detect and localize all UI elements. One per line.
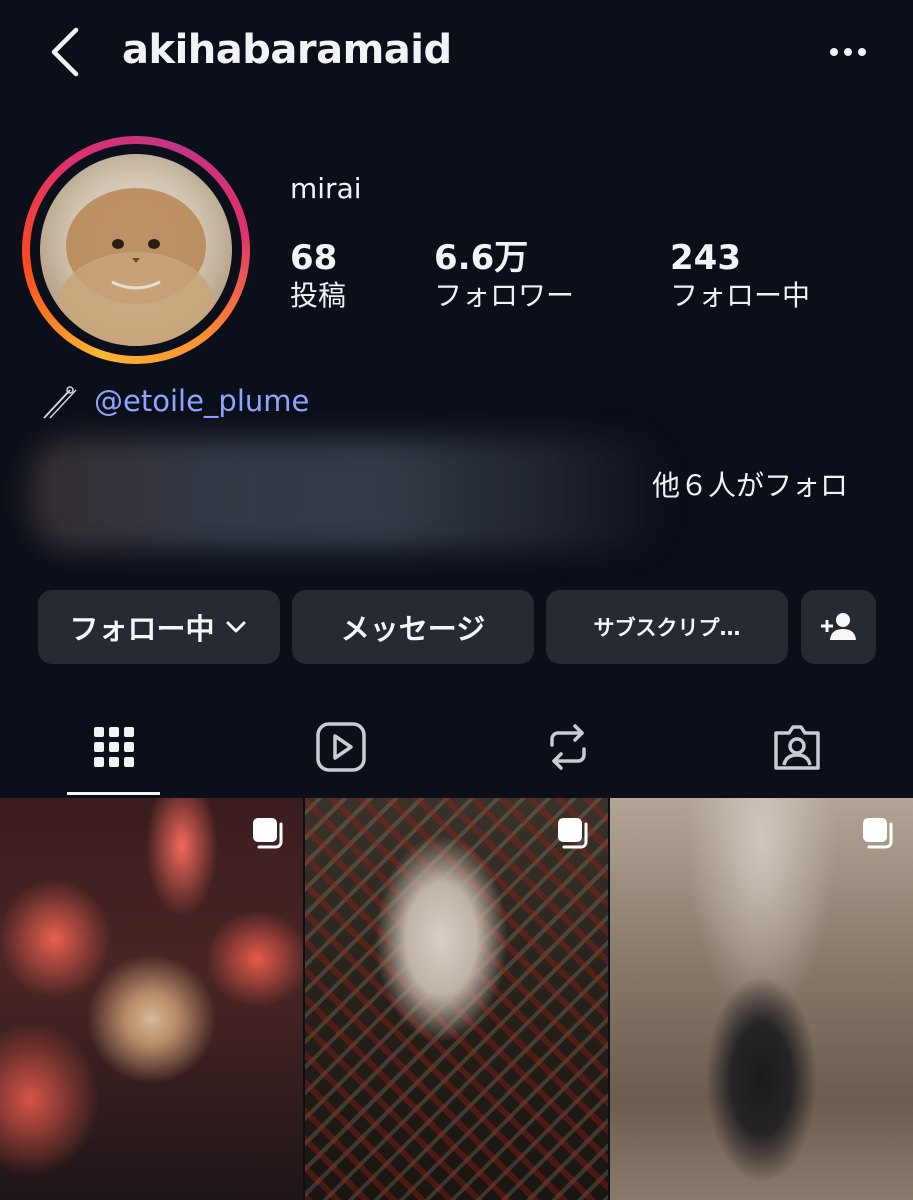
grid-icon [94,727,134,767]
avatar[interactable] [40,154,232,346]
stat-followers-label: フォロワー [434,279,575,312]
carousel-icon [863,818,893,849]
stat-following-label: フォロー中 [670,279,811,312]
carousel-icon [558,818,588,849]
grid-post-1[interactable] [0,798,303,1200]
tab-posts-grid[interactable] [54,712,174,782]
tagged-icon [774,725,820,770]
followed-by-text[interactable]: 他６人がフォロ [652,468,848,504]
profile-username-title: akihabaramaid [122,27,452,73]
grid-post-3[interactable] [610,798,913,1200]
tab-reels[interactable] [281,712,401,782]
stat-followers[interactable]: 6.6万 フォロワー [434,238,574,314]
following-button-label: フォロー中 [69,612,215,646]
stat-posts-label: 投稿 [290,279,347,312]
chevron-down-icon [226,621,245,633]
stat-following-value: 243 [670,238,741,278]
message-button-label: メッセージ [340,612,486,646]
grid-post-2[interactable] [305,798,608,1200]
reposts-icon [550,724,586,770]
subscribe-button-label: サブスクリプ… [593,616,741,640]
stat-following[interactable]: 243 フォロー中 [670,238,810,314]
followed-by-avatars[interactable] [30,438,670,550]
subscribe-button[interactable]: サブスクリプ… [546,590,788,664]
threads-link[interactable]: @etoile_plume [94,382,309,420]
display-name: mirai [290,172,362,205]
reels-icon [316,722,366,772]
stat-followers-value: 6.6万 [434,238,529,278]
suggested-users-button[interactable] [801,590,876,664]
tab-tagged[interactable] [737,712,857,782]
following-button[interactable]: フォロー中 [38,590,280,664]
stat-posts-value: 68 [290,238,338,278]
more-options-icon[interactable] [820,30,876,74]
carousel-icon [253,818,283,849]
active-tab-indicator [67,792,160,795]
threads-icon [43,386,77,419]
avatar-cat-image [58,188,214,346]
back-arrow-icon[interactable] [40,22,92,82]
tab-reposts[interactable] [508,712,628,782]
add-user-icon [820,613,856,640]
stat-posts[interactable]: 68 投稿 [290,238,346,314]
message-button[interactable]: メッセージ [292,590,534,664]
